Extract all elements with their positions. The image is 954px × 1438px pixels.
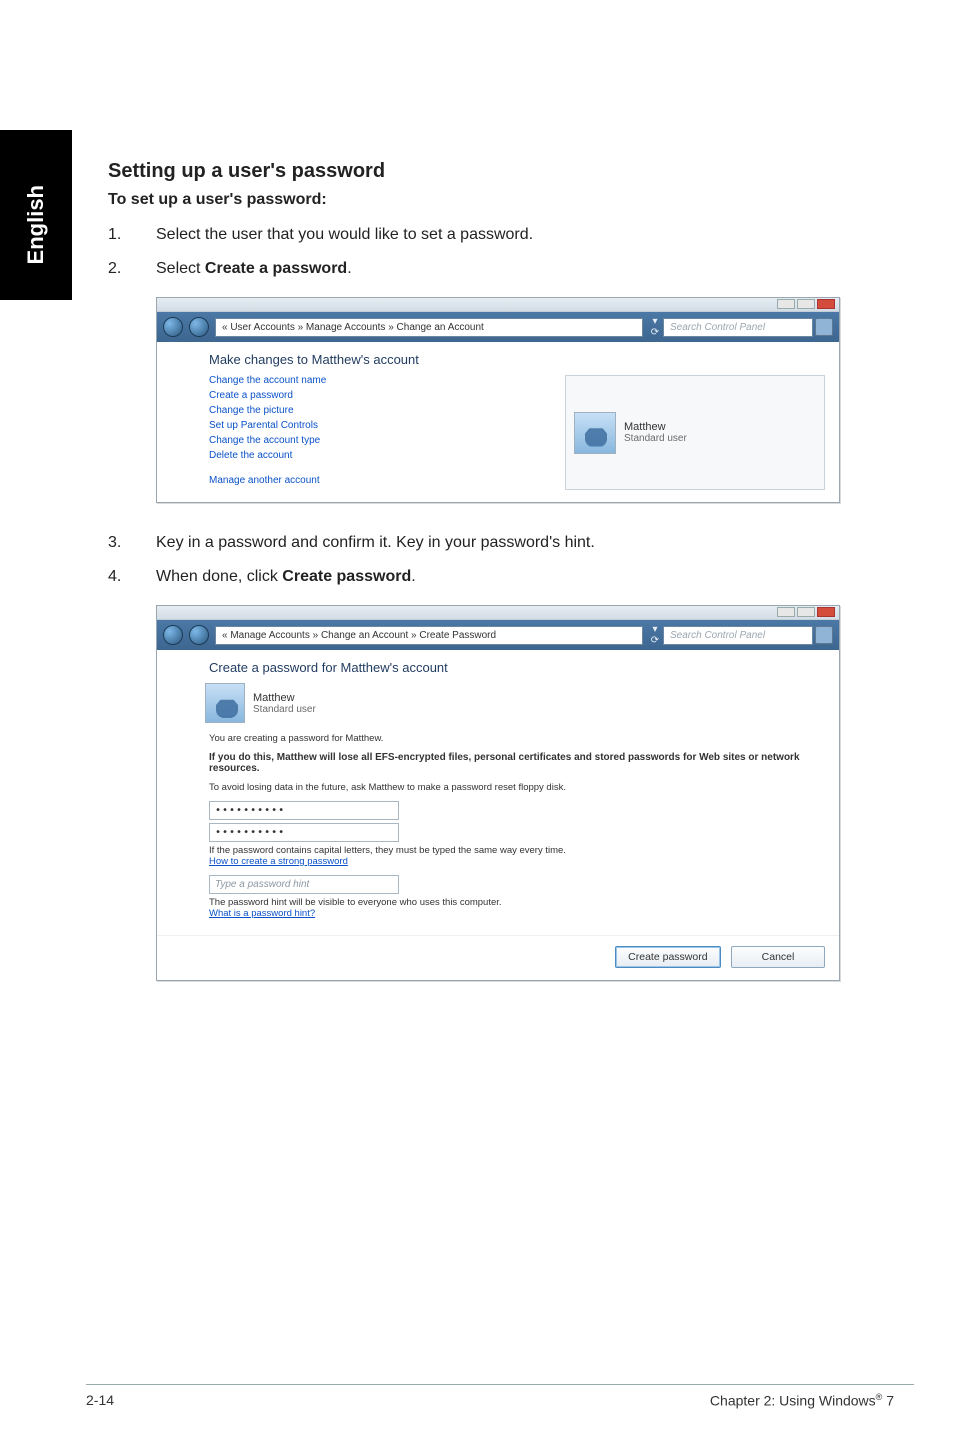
- section-title: Setting up a user's password: [108, 160, 898, 183]
- language-tab: English: [0, 130, 72, 300]
- step-number: 1.: [108, 223, 156, 247]
- chapter-label: Chapter 2: Using Windows® 7: [710, 1392, 894, 1409]
- dialog-body: Create a password for Matthew's account …: [157, 650, 839, 935]
- search-input[interactable]: Search Control Panel: [663, 318, 813, 337]
- account-type: Standard user: [624, 433, 687, 444]
- step-item: 4. When done, click Create password.: [108, 565, 898, 589]
- dialog-create-password: « Manage Accounts » Change an Account » …: [156, 605, 840, 981]
- step-text-pre: When done, click: [156, 568, 282, 585]
- account-name: Matthew: [253, 692, 316, 704]
- breadcrumb[interactable]: « Manage Accounts » Change an Account » …: [215, 626, 643, 645]
- spacer: [209, 465, 545, 471]
- back-button[interactable]: [163, 317, 183, 337]
- cancel-button[interactable]: Cancel: [731, 946, 825, 968]
- link-change-type[interactable]: Change the account type: [209, 435, 320, 446]
- avatar: [205, 683, 245, 723]
- explorer-navbar: « User Accounts » Manage Accounts » Chan…: [157, 312, 839, 342]
- account-card: Matthew Standard user: [565, 375, 825, 490]
- link-list: Change the account name Create a passwor…: [209, 375, 545, 486]
- link-parental-controls[interactable]: Set up Parental Controls: [209, 420, 318, 431]
- warning-text: If you do this, Matthew will lose all EF…: [209, 752, 825, 774]
- step-text: Select the user that you would like to s…: [156, 223, 898, 247]
- user-block: Matthew Standard user: [205, 683, 825, 723]
- search-wrap: ▾ ⟳ Search Control Panel: [649, 316, 833, 338]
- language-label: English: [23, 185, 49, 264]
- link-change-picture[interactable]: Change the picture: [209, 405, 294, 416]
- account-info: Matthew Standard user: [253, 692, 316, 715]
- link-create-password[interactable]: Create a password: [209, 390, 293, 401]
- dialog-change-account: « User Accounts » Manage Accounts » Chan…: [156, 297, 840, 503]
- minimize-button[interactable]: [777, 607, 795, 617]
- hint-note: The password hint will be visible to eve…: [209, 897, 825, 908]
- step-item: 2. Select Create a password.: [108, 257, 898, 281]
- account-type: Standard user: [253, 704, 316, 715]
- step-list-2: 3. Key in a password and confirm it. Key…: [108, 531, 898, 589]
- section-subtitle: To set up a user's password:: [108, 191, 898, 209]
- back-button[interactable]: [163, 625, 183, 645]
- step-number: 2.: [108, 257, 156, 281]
- minimize-button[interactable]: [777, 299, 795, 309]
- dialog-heading: Make changes to Matthew's account: [209, 352, 825, 367]
- strong-password-link[interactable]: How to create a strong password: [209, 856, 348, 867]
- step-text: Key in a password and confirm it. Key in…: [156, 531, 898, 555]
- link-manage-another[interactable]: Manage another account: [209, 475, 320, 486]
- maximize-button[interactable]: [797, 607, 815, 617]
- close-button[interactable]: [817, 607, 835, 617]
- create-password-button[interactable]: Create password: [615, 946, 720, 968]
- avatar: [574, 412, 616, 454]
- step-text-pre: Select: [156, 260, 205, 277]
- step-text-post: .: [411, 568, 415, 585]
- link-change-name[interactable]: Change the account name: [209, 375, 326, 386]
- step-text-bold: Create a password: [205, 260, 347, 277]
- caps-note: If the password contains capital letters…: [209, 845, 825, 856]
- window-titlebar: [157, 298, 839, 312]
- refresh-icon[interactable]: ▾ ⟳: [649, 624, 661, 646]
- refresh-icon[interactable]: ▾ ⟳: [649, 316, 661, 338]
- step-number: 3.: [108, 531, 156, 555]
- hint-field[interactable]: Type a password hint: [209, 875, 399, 894]
- window-controls: [777, 607, 835, 617]
- dialog-heading: Create a password for Matthew's account: [209, 660, 825, 675]
- window-titlebar: [157, 606, 839, 620]
- search-wrap: ▾ ⟳ Search Control Panel: [649, 624, 833, 646]
- step-list-1: 1. Select the user that you would like t…: [108, 223, 898, 281]
- button-row: Create password Cancel: [157, 935, 839, 980]
- page-number: 2-14: [86, 1392, 114, 1408]
- chapter-label-pre: Chapter 2: Using Windows: [710, 1393, 876, 1409]
- account-info: Matthew Standard user: [624, 421, 687, 444]
- footer-divider: [86, 1384, 914, 1385]
- link-delete-account[interactable]: Delete the account: [209, 450, 292, 461]
- page: English Setting up a user's password To …: [0, 0, 954, 1438]
- password-field[interactable]: ••••••••••: [209, 801, 399, 820]
- chapter-label-post: 7: [882, 1393, 894, 1409]
- step-item: 1. Select the user that you would like t…: [108, 223, 898, 247]
- confirm-password-field[interactable]: ••••••••••: [209, 823, 399, 842]
- account-name: Matthew: [624, 421, 687, 433]
- search-input[interactable]: Search Control Panel: [663, 626, 813, 645]
- forward-button[interactable]: [189, 625, 209, 645]
- hint-help-link[interactable]: What is a password hint?: [209, 908, 315, 919]
- maximize-button[interactable]: [797, 299, 815, 309]
- forward-button[interactable]: [189, 317, 209, 337]
- step-text-post: .: [347, 260, 351, 277]
- search-button[interactable]: [815, 318, 833, 336]
- search-button[interactable]: [815, 626, 833, 644]
- dialog-body: Make changes to Matthew's account Change…: [157, 342, 839, 502]
- lead-text: You are creating a password for Matthew.: [209, 733, 825, 744]
- account-links: Change the account name Create a passwor…: [209, 375, 545, 490]
- close-button[interactable]: [817, 299, 835, 309]
- explorer-navbar: « Manage Accounts » Change an Account » …: [157, 620, 839, 650]
- step-text-bold: Create password: [282, 568, 411, 585]
- step-item: 3. Key in a password and confirm it. Key…: [108, 531, 898, 555]
- step-number: 4.: [108, 565, 156, 589]
- breadcrumb[interactable]: « User Accounts » Manage Accounts » Chan…: [215, 318, 643, 337]
- window-controls: [777, 299, 835, 309]
- step-text: When done, click Create password.: [156, 565, 898, 589]
- account-row: Change the account name Create a passwor…: [209, 375, 825, 490]
- step-text: Select Create a password.: [156, 257, 898, 281]
- advice-text: To avoid losing data in the future, ask …: [209, 782, 825, 793]
- content: Setting up a user's password To set up a…: [108, 160, 898, 1009]
